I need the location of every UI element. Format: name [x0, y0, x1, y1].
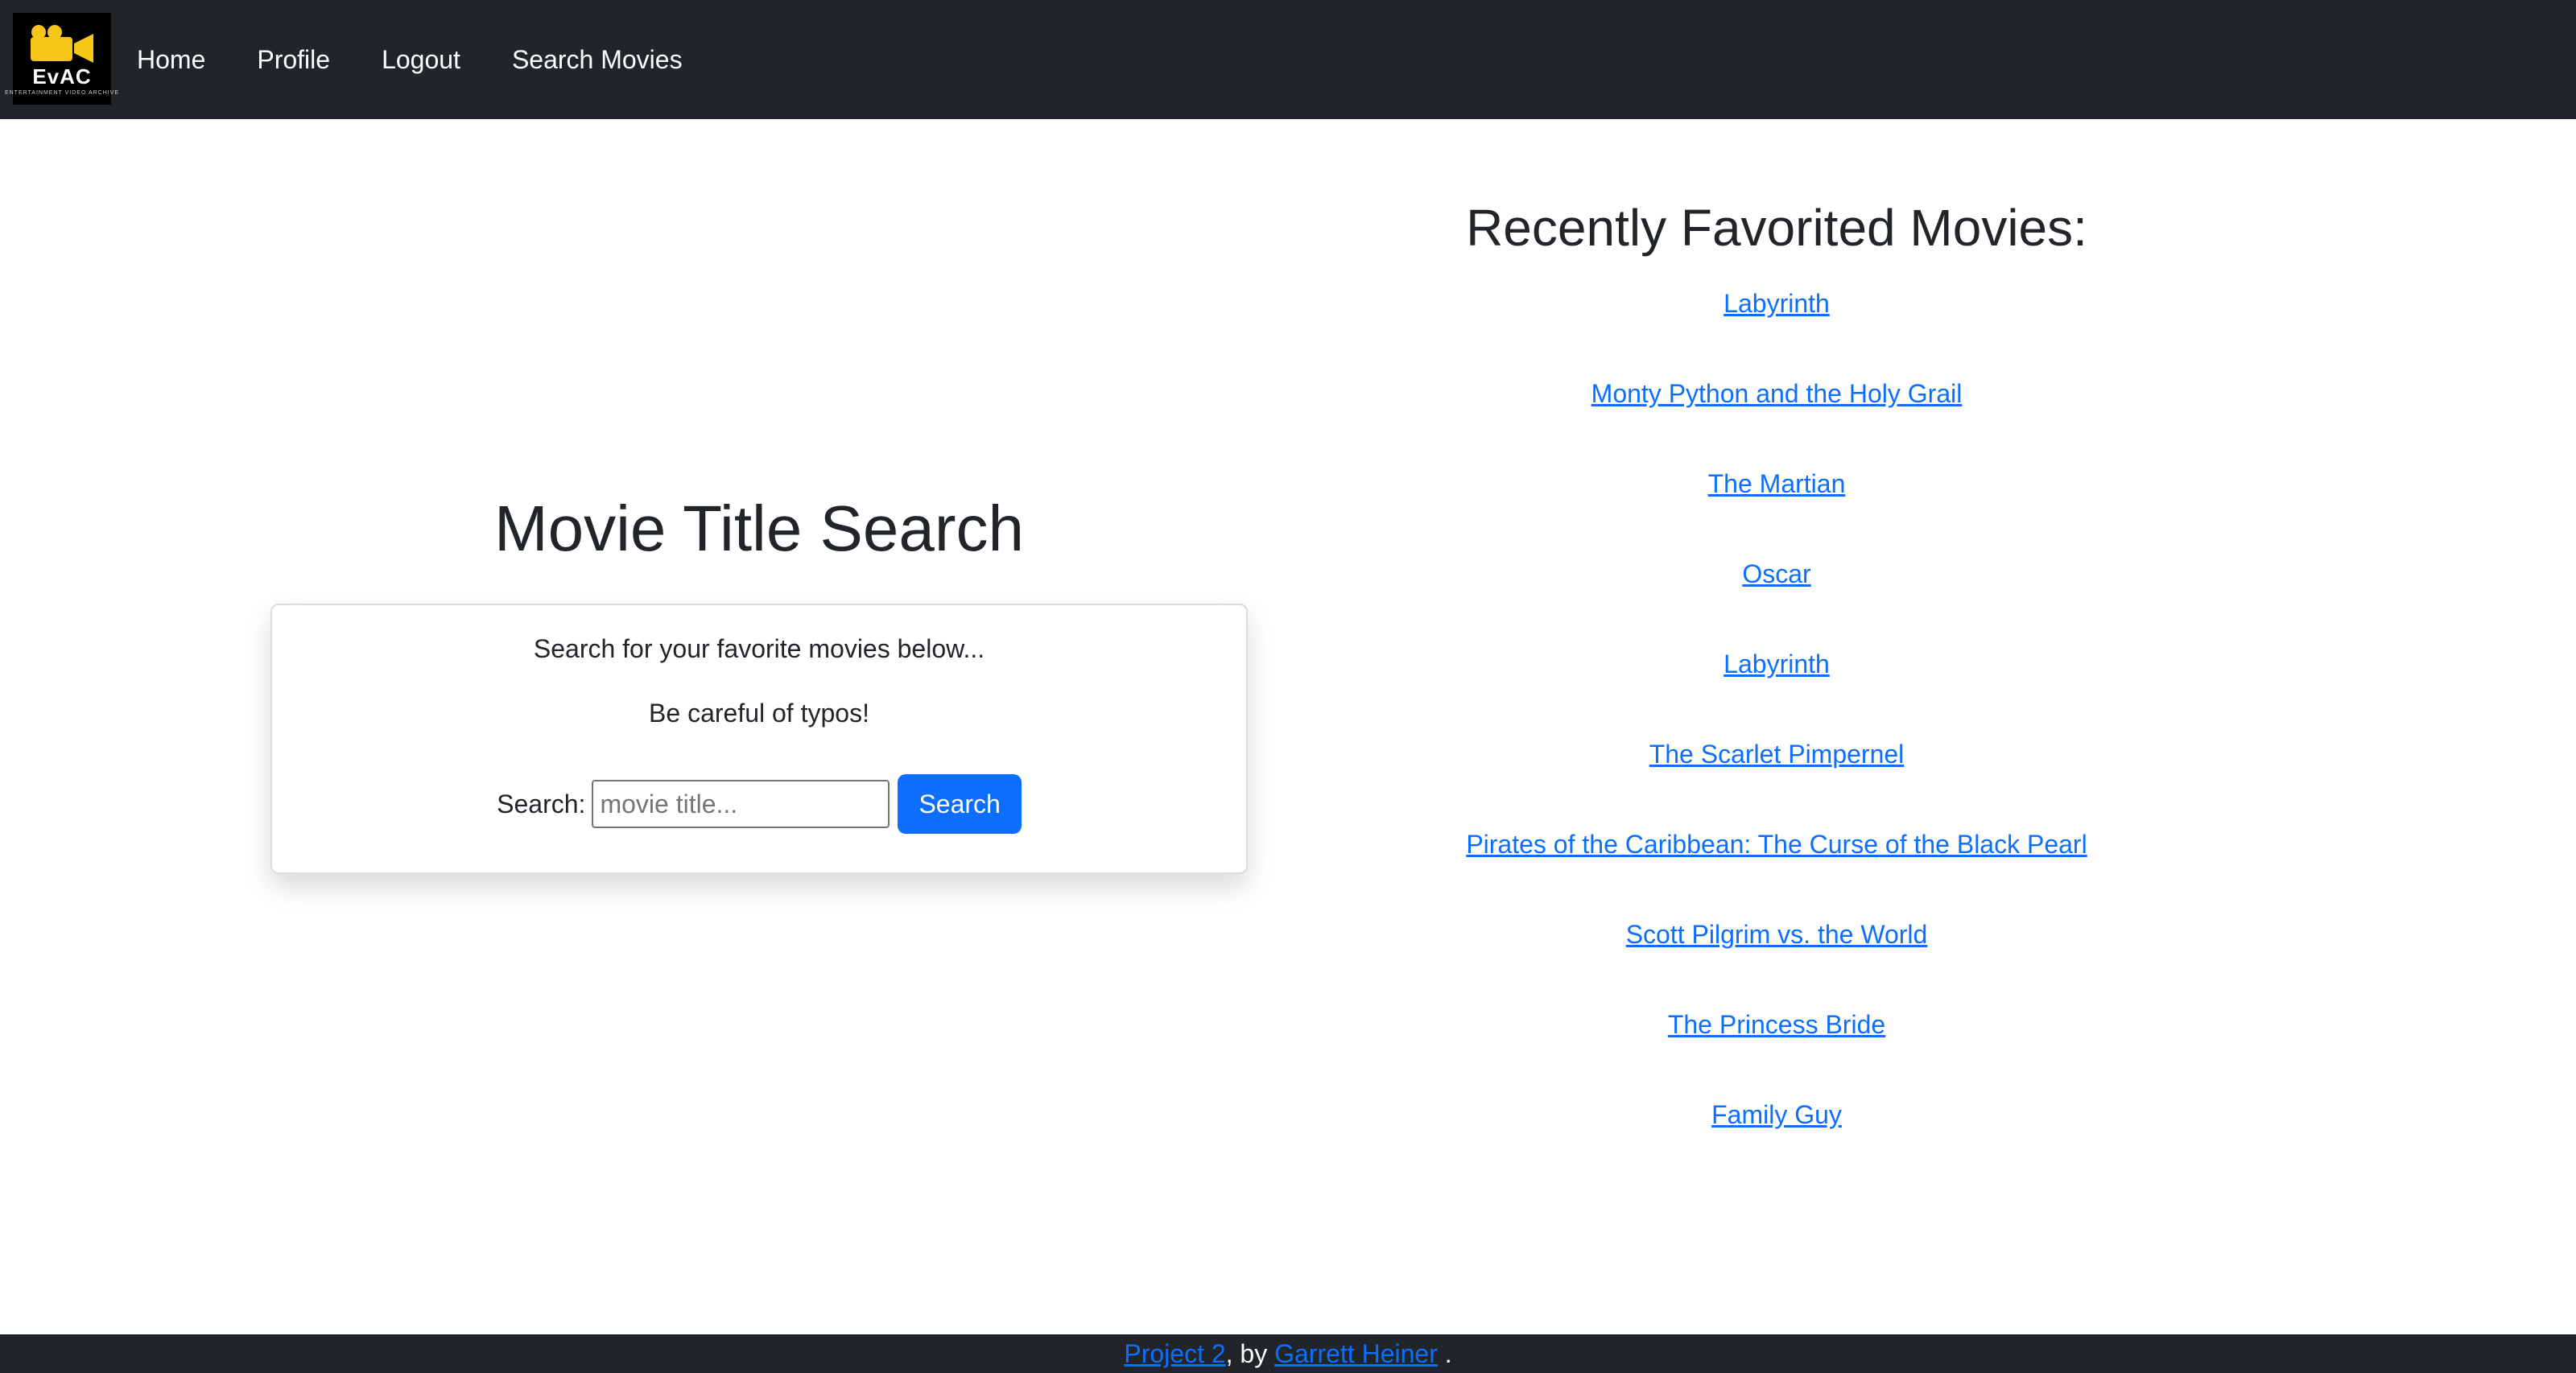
search-instructions: Search for your favorite movies below... [533, 634, 985, 663]
logo-tagline: ENTERTAINMENT VIDEO ARCHIVE [4, 90, 120, 96]
list-item: Labyrinth [1328, 283, 2225, 373]
project-link[interactable]: Project 2 [1124, 1339, 1225, 1368]
nav-link-home[interactable]: Home [137, 45, 205, 75]
favorites-title: Recently Favorited Movies: [1466, 199, 2087, 257]
top-navbar: EvAC ENTERTAINMENT VIDEO ARCHIVE Home Pr… [0, 0, 2576, 119]
list-item: Scott Pilgrim vs. the World [1328, 914, 2225, 1004]
nav-link-profile[interactable]: Profile [257, 45, 330, 75]
nav-link-search-movies[interactable]: Search Movies [512, 45, 683, 75]
list-item: Family Guy [1328, 1095, 2225, 1185]
movie-link[interactable]: Pirates of the Caribbean: The Curse of t… [1466, 830, 2087, 859]
movie-link[interactable]: Monty Python and the Holy Grail [1591, 379, 1963, 408]
search-card: Search for your favorite movies below...… [270, 604, 1248, 874]
list-item: Labyrinth [1328, 644, 2225, 734]
list-item: The Princess Bride [1328, 1004, 2225, 1095]
list-item: The Scarlet Pimpernel [1328, 734, 2225, 824]
search-form: Search: Search [272, 774, 1246, 834]
nav-links: Home Profile Logout Search Movies [137, 0, 734, 119]
search-button[interactable]: Search [898, 774, 1022, 834]
movie-link[interactable]: The Princess Bride [1668, 1010, 1885, 1039]
footer-end-text: . [1444, 1339, 1452, 1368]
search-title: Movie Title Search [493, 493, 1025, 564]
search-label: Search: [497, 789, 586, 818]
list-item: Oscar [1328, 554, 2225, 644]
search-input[interactable] [592, 780, 890, 828]
favorites-list: Labyrinth Monty Python and the Holy Grai… [1328, 283, 2225, 1185]
brand-logo[interactable]: EvAC ENTERTAINMENT VIDEO ARCHIVE [5, 13, 118, 105]
movie-link[interactable]: Oscar [1742, 559, 1810, 588]
nav-link-logout[interactable]: Logout [382, 45, 460, 75]
movie-link[interactable]: The Martian [1708, 469, 1846, 498]
list-item: Monty Python and the Holy Grail [1328, 373, 2225, 464]
list-item: The Martian [1328, 464, 2225, 554]
movie-link[interactable]: The Scarlet Pimpernel [1649, 740, 1905, 769]
movie-camera-icon [31, 25, 93, 63]
movie-link[interactable]: Family Guy [1711, 1100, 1842, 1129]
author-link[interactable]: Garrett Heiner [1274, 1339, 1438, 1368]
movie-link[interactable]: Labyrinth [1724, 289, 1830, 318]
movie-link[interactable]: Labyrinth [1724, 649, 1830, 678]
typo-warning: Be careful of typos! [649, 699, 869, 728]
logo-text: EvAC [32, 64, 92, 89]
list-item: Pirates of the Caribbean: The Curse of t… [1328, 824, 2225, 914]
movie-link[interactable]: Scott Pilgrim vs. the World [1626, 920, 1928, 949]
page-footer: Project 2, by Garrett Heiner . [0, 1334, 2576, 1373]
footer-by-text: , by [1225, 1339, 1268, 1368]
